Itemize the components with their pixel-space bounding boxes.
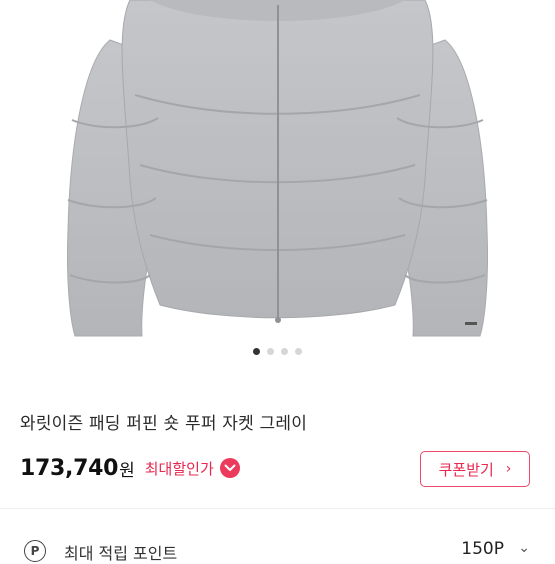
carousel-dot[interactable]: [281, 347, 288, 355]
carousel-dot[interactable]: [253, 347, 260, 355]
product-price: 173,740: [20, 455, 119, 481]
carousel-indicator: [0, 345, 555, 357]
chevron-right-icon: ›: [505, 461, 512, 477]
coupon-button-label: 쿠폰받기: [438, 460, 494, 479]
chevron-down-circle-icon[interactable]: [219, 458, 240, 478]
price-row: 173,740 원 최대할인가: [20, 453, 240, 483]
carousel-dot[interactable]: [267, 347, 274, 355]
max-points-value: 150P: [461, 539, 504, 559]
product-title: 와릿이즌 패딩 퍼핀 숏 푸퍼 자켓 그레이: [20, 414, 308, 434]
coupon-download-button[interactable]: 쿠폰받기 ›: [420, 451, 530, 487]
point-icon: P: [24, 540, 46, 562]
product-image[interactable]: [0, 0, 555, 338]
max-points-row[interactable]: P 최대 적립 포인트 150P ⌄: [24, 534, 534, 564]
puffer-jacket-illustration: [66, 0, 489, 337]
max-points-label: 최대 적립 포인트: [64, 544, 178, 563]
divider: [0, 508, 555, 509]
carousel-dot[interactable]: [295, 347, 302, 355]
max-discount-label: 최대할인가: [144, 459, 214, 478]
chevron-down-icon[interactable]: ⌄: [518, 540, 530, 556]
price-unit: 원: [119, 460, 135, 481]
